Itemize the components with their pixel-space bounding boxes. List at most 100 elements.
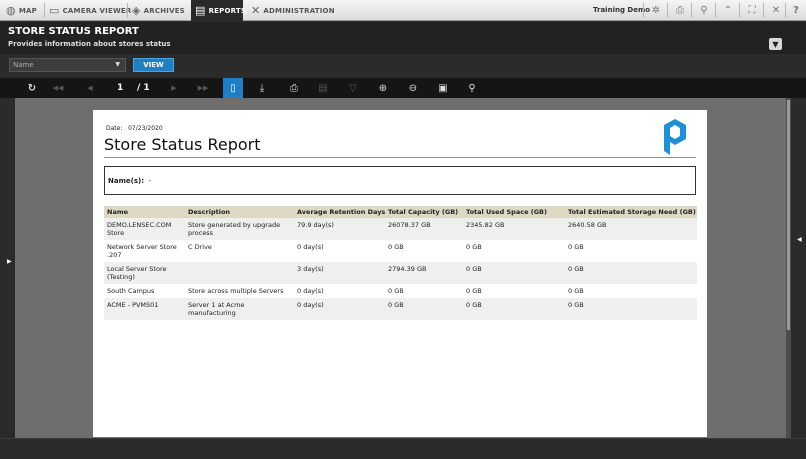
report-date-label: Date: xyxy=(106,125,123,132)
divider xyxy=(643,3,644,18)
globe-icon: ◍ xyxy=(6,4,16,17)
table-row: ACME - PVMS01 Server 1 at Acme manufactu… xyxy=(104,298,697,320)
divider xyxy=(127,3,128,18)
table-cell xyxy=(185,262,294,284)
table-cell: 0 GB xyxy=(565,298,697,320)
tab-administration-label: ADMINISTRATION xyxy=(263,6,335,15)
next-page-icon[interactable]: ▶ xyxy=(164,78,184,98)
filter-icon[interactable]: ▽ xyxy=(343,78,363,98)
table-cell: Server 1 at Acme manufacturing xyxy=(185,298,294,320)
page-view-icon[interactable]: ▯ xyxy=(223,78,243,98)
column-header: Total Used Space (GB) xyxy=(463,206,565,218)
names-value: - xyxy=(148,177,151,185)
names-label: Name(s): xyxy=(108,177,144,185)
tab-camera-viewer[interactable]: ▭ CAMERA VIEWER xyxy=(49,0,131,21)
report-date-value: 07/23/2020 xyxy=(128,125,163,132)
document-icon[interactable]: ▤ xyxy=(313,78,333,98)
scrollbar-thumb[interactable] xyxy=(787,100,790,330)
report-header: STORE STATUS REPORT Provides information… xyxy=(0,22,806,54)
download-icon[interactable]: ⤓ xyxy=(252,78,272,98)
top-navigation: ◍ MAP ▭ CAMERA VIEWER ◈ ARCHIVES ▤ REPOR… xyxy=(0,0,806,21)
tab-reports[interactable]: ▤ REPORTS xyxy=(191,0,246,21)
table-cell: 0 day(s) xyxy=(297,243,324,251)
view-button[interactable]: VIEW xyxy=(133,58,174,72)
table-cell: South Campus xyxy=(107,287,155,295)
table-cell: 0 GB xyxy=(388,287,404,295)
table-row: DEMO.LENSEC.COM Store Store generated by… xyxy=(104,218,697,240)
table-cell: 0 GB xyxy=(388,243,404,251)
report-page: Date: 07/23/2020 Store Status Report Nam… xyxy=(93,110,707,437)
collapse-icon[interactable]: ⌃ xyxy=(718,0,738,21)
search-icon[interactable]: ⚲ xyxy=(694,0,714,21)
user-name[interactable]: Training Demo xyxy=(593,0,650,21)
fit-page-icon[interactable]: ▣ xyxy=(433,78,453,98)
table-cell: ACME - PVMS01 xyxy=(104,298,185,320)
viewer-toolbar: ↻ ◀◀ ◀ 1 / 1 ▶ ▶▶ ▯ ⤓ ⎙ ▤ ▽ ⊕ ⊖ ▣ ⚲ xyxy=(0,78,806,98)
table-cell: 0 GB xyxy=(463,298,565,320)
table-cell: 3 day(s) xyxy=(294,262,385,284)
report-icon: ▤ xyxy=(195,4,206,17)
search-icon[interactable]: ⚲ xyxy=(462,78,482,98)
left-panel-toggle[interactable] xyxy=(0,98,15,438)
last-page-icon[interactable]: ▶▶ xyxy=(193,78,213,98)
company-logo xyxy=(664,119,686,155)
divider xyxy=(739,3,740,18)
print-icon[interactable]: ⎙ xyxy=(670,0,690,21)
fullscreen-icon[interactable]: ⛶ xyxy=(742,0,762,21)
table-cell: 0 GB xyxy=(568,287,584,295)
column-header: Total Capacity (GB) xyxy=(385,206,463,218)
zoom-in-icon[interactable]: ⊕ xyxy=(373,78,393,98)
settings-icon[interactable]: ✲ xyxy=(646,0,666,21)
right-panel-toggle[interactable] xyxy=(791,98,806,438)
tools-icon: ✕ xyxy=(251,4,261,17)
expand-right-icon[interactable]: ◀ xyxy=(797,236,802,243)
tab-map[interactable]: ◍ MAP xyxy=(6,0,37,21)
chevron-down-icon: ▼ xyxy=(115,61,120,68)
tab-map-label: MAP xyxy=(18,6,37,15)
table-cell: 0 GB xyxy=(463,262,565,284)
tab-archives[interactable]: ◈ ARCHIVES xyxy=(132,0,185,21)
archive-icon: ◈ xyxy=(132,4,141,17)
column-header: Description xyxy=(185,206,294,218)
tab-reports-label: REPORTS xyxy=(208,6,247,15)
divider xyxy=(763,3,764,18)
table-cell: 26078.37 GB xyxy=(385,218,463,240)
table-cell: 0 GB xyxy=(385,298,463,320)
divider xyxy=(667,3,668,18)
table-cell: C Drive xyxy=(188,243,212,251)
zoom-out-icon[interactable]: ⊖ xyxy=(403,78,423,98)
column-header: Name xyxy=(104,206,185,218)
close-icon[interactable]: ✕ xyxy=(766,0,786,21)
table-cell: Local Server Store (Testing) xyxy=(104,262,185,284)
expand-left-icon[interactable]: ▶ xyxy=(7,258,12,265)
page-total: / 1 xyxy=(137,83,150,93)
column-header: Average Retention Days xyxy=(294,206,385,218)
sort-select[interactable]: Name ▼ xyxy=(9,58,126,72)
page-subtitle: Provides information about stores status xyxy=(8,40,171,48)
tab-administration[interactable]: ✕ ADMINISTRATION xyxy=(251,0,335,21)
table-cell: 0 GB xyxy=(466,243,482,251)
filter-icon[interactable]: ▼ xyxy=(769,38,782,50)
table-cell: Store generated by upgrade process xyxy=(185,218,294,240)
column-header: Total Estimated Storage Need (GB) xyxy=(565,206,697,218)
names-filter-box: Name(s): - xyxy=(104,166,696,195)
refresh-icon[interactable]: ↻ xyxy=(22,78,42,98)
page-current[interactable]: 1 xyxy=(117,78,123,98)
print-icon[interactable]: ⎙ xyxy=(284,78,304,98)
table-cell: Network Server Store .207 xyxy=(107,243,177,259)
monitor-icon: ▭ xyxy=(49,4,60,17)
sort-select-value: Name xyxy=(13,61,34,69)
first-page-icon[interactable]: ◀◀ xyxy=(48,78,68,98)
bottom-bar xyxy=(0,438,806,459)
divider xyxy=(691,3,692,18)
prev-page-icon[interactable]: ◀ xyxy=(80,78,100,98)
table-cell: DEMO.LENSEC.COM Store xyxy=(104,218,185,240)
report-title: Store Status Report xyxy=(104,135,261,154)
table-cell: Store across multiple Servers xyxy=(188,287,284,295)
store-status-table: Name Description Average Retention Days … xyxy=(104,206,697,320)
table-cell: 0 day(s) xyxy=(297,287,324,295)
tab-archives-label: ARCHIVES xyxy=(143,6,185,15)
table-cell: 0 GB xyxy=(466,287,482,295)
help-icon[interactable]: ? xyxy=(786,0,806,21)
table-row: Local Server Store (Testing) 3 day(s) 27… xyxy=(104,262,697,284)
